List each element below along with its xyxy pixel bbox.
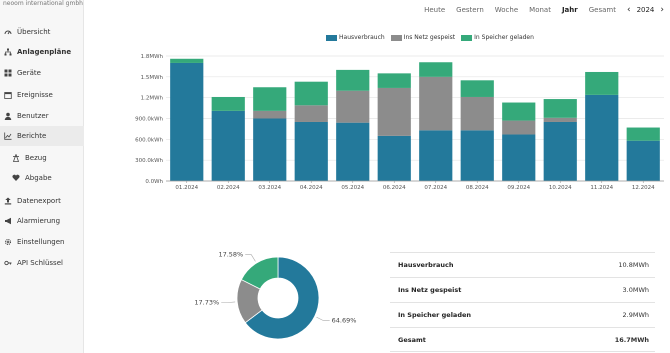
summary-row: Ins Netz gespeist 3.0MWh [390,277,655,302]
bar-segment[interactable] [585,71,619,95]
bar-segment[interactable] [419,76,453,131]
bar-segment[interactable] [626,140,660,181]
bar-segment[interactable] [419,130,453,181]
bar-segment[interactable] [460,80,494,97]
donut-leader-line [221,301,236,303]
x-tick-label: 08.2024 [466,185,489,191]
x-tick-label: 12.2024 [632,185,655,191]
donut-percent-label: 17.58% [218,251,243,259]
donut-leader-line [316,316,330,322]
donut-percent-label: 17.73% [194,299,219,307]
x-tick-label: 07.2024 [424,185,447,191]
donut-leader-line [245,254,256,262]
summary-value: 16.7MWh [614,335,649,344]
summary-table: Hausverbrauch 10.8MWh Ins Netz gespeist … [390,252,655,352]
summary-value: 3.0MWh [622,286,650,294]
bar-segment[interactable] [502,102,536,121]
bar-segment[interactable] [419,62,453,77]
bar-segment[interactable] [585,94,619,181]
summary-row: In Speicher geladen 2.9MWh [390,302,655,327]
energy-donut-chart: 64.69% 17.73% 17.58% [194,251,357,340]
summary-label: Gesamt [398,335,426,344]
bar-segment[interactable] [543,99,577,118]
summary-label: In Speicher geladen [398,311,472,319]
bar-segment[interactable] [460,96,494,131]
x-tick-label: 10.2024 [549,185,572,191]
bar-segment[interactable] [460,130,494,181]
bar-segment[interactable] [502,120,536,135]
summary-value: 10.8MWh [618,261,649,269]
summary-value: 2.9MWh [622,311,650,319]
bar-segment[interactable] [543,121,577,181]
x-tick-label: 11.2024 [590,185,613,191]
summary-label: Hausverbrauch [398,261,454,269]
x-tick-label: 09.2024 [507,185,530,191]
summary-label: Ins Netz gespeist [398,286,462,294]
summary-row-total: Gesamt 16.7MWh [390,327,655,352]
bar-segment[interactable] [543,117,577,122]
bar-segment[interactable] [626,127,660,141]
summary-row: Hausverbrauch 10.8MWh [390,252,655,277]
donut-percent-label: 64.69% [332,317,357,325]
bar-segment[interactable] [502,134,536,181]
